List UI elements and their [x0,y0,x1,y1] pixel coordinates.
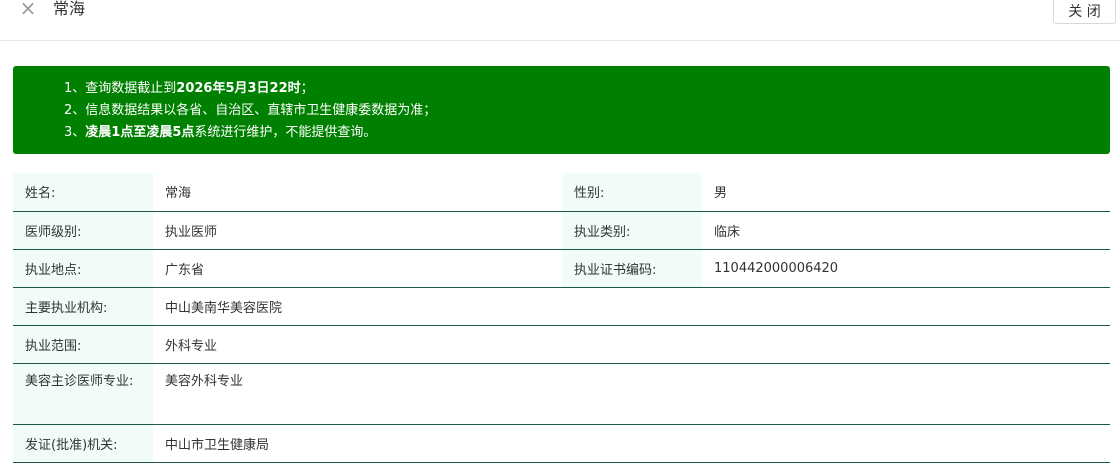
table-row: 主要执业机构: 中山美南华美容医院 [13,287,1110,326]
notice-banner: 1、查询数据截止到2026年5月3日22时； 2、信息数据结果以各省、自治区、直… [13,66,1110,154]
close-icon[interactable]: × [18,0,38,20]
page-title: 常海 [53,0,86,18]
table-row: 医师级别: 执业医师 执业类别: 临床 [13,211,1110,250]
notice-line-1-prefix: 1、查询数据截止到 [64,81,177,96]
notice-line-1-suffix: ； [300,81,314,96]
table-row: 执业地点: 广东省 执业证书编码: 110442000006420 [13,249,1110,288]
close-button[interactable]: 关 闭 [1053,0,1116,24]
org-label: 主要执业机构: [13,287,153,326]
org-value: 中山美南华美容医院 [153,287,1110,326]
level-label: 医师级别: [13,211,153,250]
doctor-info-table: 姓名: 常海 性别: 男 医师级别: 执业医师 执业类别: 临床 执业地点: 广… [13,173,1110,463]
gender-value: 男 [702,173,1110,212]
scope-value: 外科专业 [153,325,1110,364]
name-label: 姓名: [13,173,153,212]
notice-line-3-bold: 凌晨1点至凌晨5点 [85,125,195,140]
table-row: 执业范围: 外科专业 [13,325,1110,364]
gender-label: 性别: [562,173,702,212]
authority-value: 中山市卫生健康局 [153,424,1110,463]
category-label: 执业类别: [562,211,702,250]
name-value: 常海 [153,173,562,212]
location-value: 广东省 [153,249,562,288]
table-row: 姓名: 常海 性别: 男 [13,173,1110,212]
notice-line-2: 2、信息数据结果以各省、自治区、直辖市卫生健康委数据为准； [64,103,437,118]
notice-line-1-bold: 2026年5月3日22时 [176,81,301,96]
notice-line-3-prefix: 3、 [64,125,86,140]
location-label: 执业地点: [13,249,153,288]
table-row: 美容主诊医师专业: 美容外科专业 [13,363,1110,425]
cosmetic-value: 美容外科专业 [153,363,1110,425]
category-value: 临床 [702,211,1110,250]
cert-value: 110442000006420 [702,249,1110,288]
modal-header: × 常海 关 闭 [0,0,1120,41]
table-row: 发证(批准)机关: 中山市卫生健康局 [13,424,1110,463]
level-value: 执业医师 [153,211,562,250]
authority-label: 发证(批准)机关: [13,424,153,463]
notice-line-3-suffix: 系统进行维护，不能提供查询。 [194,125,377,140]
cosmetic-label: 美容主诊医师专业: [13,363,153,425]
notice-line-1: 1、查询数据截止到2026年5月3日22时； [64,78,1110,100]
cert-label: 执业证书编码: [562,249,702,288]
scope-label: 执业范围: [13,325,153,364]
notice-line-3: 3、凌晨1点至凌晨5点系统进行维护，不能提供查询。 [64,122,1110,144]
